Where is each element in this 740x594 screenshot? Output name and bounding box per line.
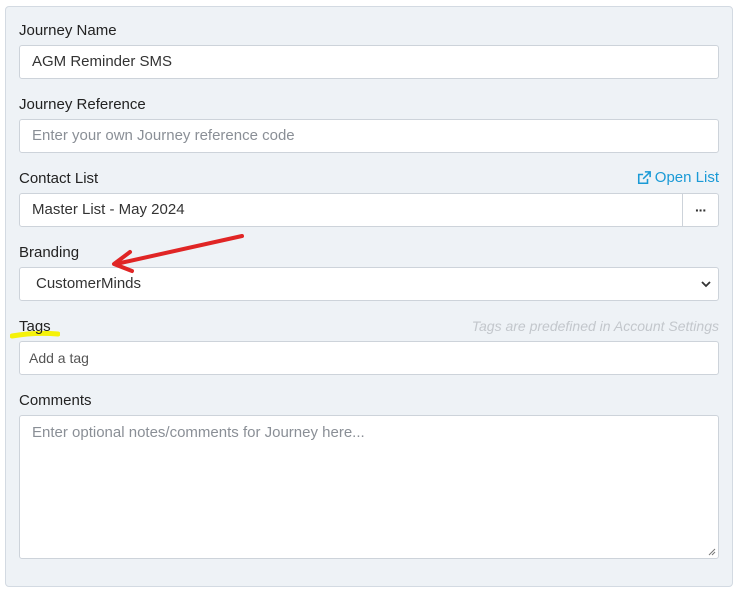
external-link-icon bbox=[637, 170, 651, 184]
chevron-down-icon bbox=[701, 281, 711, 288]
tags-hint: Tags are predefined in Account Settings bbox=[471, 318, 719, 334]
journey-reference-placeholder: Enter your own Journey reference code bbox=[32, 127, 295, 144]
comments-textarea[interactable]: Enter optional notes/comments for Journe… bbox=[19, 415, 719, 559]
comments-label: Comments bbox=[19, 392, 92, 409]
open-list-link[interactable]: Open List bbox=[637, 169, 719, 186]
tags-input[interactable]: Add a tag bbox=[19, 341, 719, 375]
contact-list-field[interactable]: Master List - May 2024 bbox=[19, 193, 684, 227]
contact-list-label: Contact List bbox=[19, 170, 99, 187]
journey-reference-label: Journey Reference bbox=[19, 96, 146, 113]
journey-name-label: Journey Name bbox=[19, 22, 117, 39]
contact-list-more-button[interactable]: ··· bbox=[682, 193, 719, 227]
more-icon: ··· bbox=[695, 202, 707, 218]
contact-list-value: Master List - May 2024 bbox=[32, 201, 185, 218]
resize-grip-icon[interactable] bbox=[708, 548, 716, 556]
tags-placeholder: Add a tag bbox=[29, 350, 89, 366]
tags-label: Tags bbox=[19, 318, 51, 335]
branding-value: CustomerMinds bbox=[36, 275, 142, 292]
comments-placeholder: Enter optional notes/comments for Journe… bbox=[32, 424, 365, 441]
journey-reference-input[interactable]: Enter your own Journey reference code bbox=[19, 119, 719, 153]
open-list-label: Open List bbox=[654, 169, 719, 186]
branding-label: Branding bbox=[19, 244, 80, 261]
branding-select[interactable]: CustomerMinds bbox=[19, 267, 719, 301]
journey-name-input[interactable]: AGM Reminder SMS bbox=[19, 45, 719, 79]
journey-name-value: AGM Reminder SMS bbox=[32, 53, 173, 70]
